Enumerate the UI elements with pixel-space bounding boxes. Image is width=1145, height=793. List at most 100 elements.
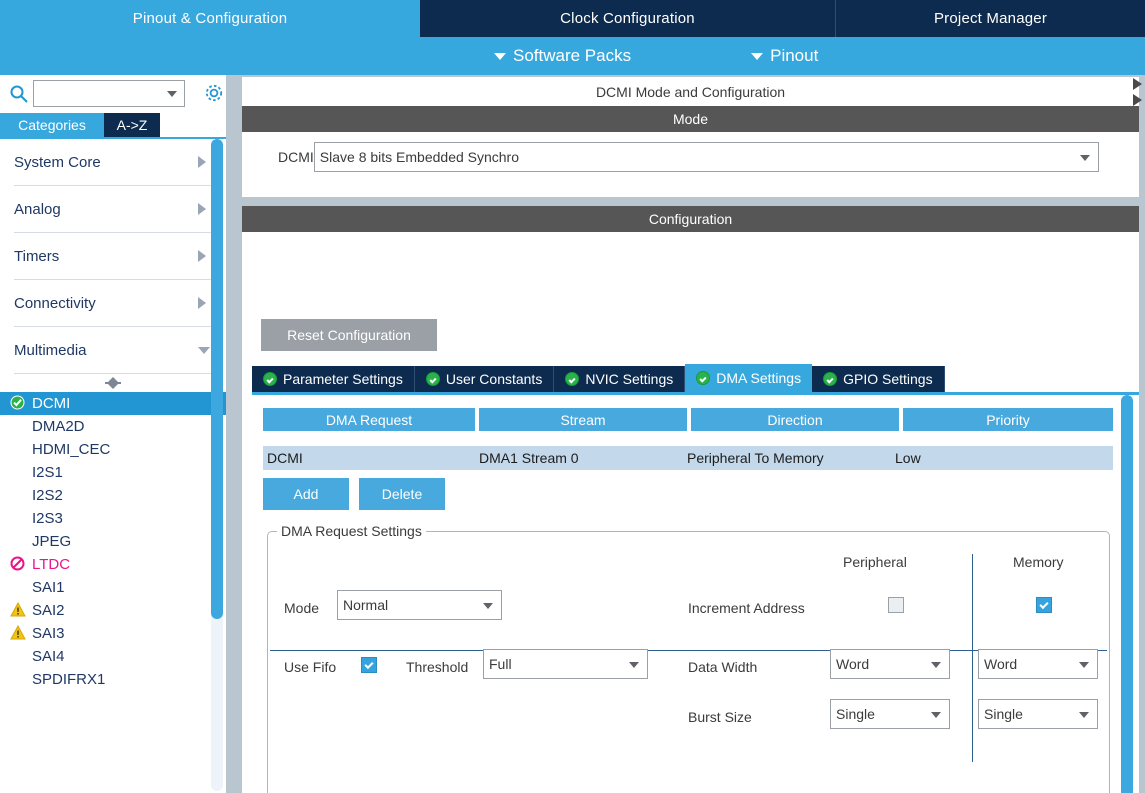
configuration-tab-strip: Parameter Settings User Constants NVIC S… [252, 364, 1139, 392]
use-fifo-label: Use Fifo [284, 659, 337, 675]
chevron-down-icon [751, 52, 764, 60]
peripheral-item-sai4[interactable]: SAI4 [0, 645, 226, 668]
peripheral-item-jpeg[interactable]: JPEG [0, 530, 226, 553]
peripheral-item-dma2d[interactable]: DMA2D [0, 415, 226, 438]
search-combo[interactable] [33, 80, 185, 107]
peripheral-item-sai1[interactable]: SAI1 [0, 576, 226, 599]
configuration-scrollbar-thumb[interactable] [1121, 395, 1133, 793]
fifo-threshold-value: Full [489, 656, 512, 672]
delete-button[interactable]: Delete [359, 478, 445, 510]
tab-parameter-settings[interactable]: Parameter Settings [252, 366, 415, 392]
mode-row: DCMI Slave 8 bits Embedded Synchro [242, 140, 1139, 174]
peripheral-item-hdmi-cec[interactable]: HDMI_CEC [0, 438, 226, 461]
chevron-down-icon [629, 662, 639, 668]
chevron-down-icon [483, 603, 493, 609]
sidebar-item-connectivity[interactable]: Connectivity [14, 280, 212, 327]
warning-icon [10, 601, 26, 621]
tab-gpio-settings[interactable]: GPIO Settings [812, 366, 945, 392]
mode-field-label: DCMI [278, 149, 314, 165]
add-button[interactable]: Add [263, 478, 349, 510]
search-input[interactable] [37, 83, 163, 104]
check-circle-icon [565, 372, 580, 386]
tab-label: DMA Settings [716, 370, 802, 386]
column-header-priority[interactable]: Priority [903, 408, 1113, 431]
category-label: Multimedia [14, 341, 87, 359]
sidebar-view-tabs: Categories A->Z [0, 113, 226, 137]
menu-pinout[interactable]: Pinout [751, 46, 818, 66]
dcmi-mode-select[interactable]: Slave 8 bits Embedded Synchro [313, 142, 1099, 172]
column-header-stream[interactable]: Stream [479, 408, 687, 431]
chevron-down-icon [931, 712, 941, 718]
peripheral-item-i2s3[interactable]: I2S3 [0, 507, 226, 530]
panel-collapse-handle[interactable] [1133, 78, 1145, 110]
burst-size-memory-select[interactable]: Single [978, 699, 1098, 729]
cell-dma-request: DCMI [267, 450, 303, 466]
configuration-panel: DCMI Mode and Configuration Mode DCMI Sl… [236, 75, 1145, 793]
chevron-down-icon [931, 662, 941, 668]
resize-grip-icon [105, 377, 121, 389]
gear-icon[interactable] [203, 82, 225, 104]
tab-underline [252, 392, 1139, 395]
use-fifo-checkbox[interactable] [361, 657, 377, 673]
peripheral-item-dcmi[interactable]: DCMI [0, 392, 226, 415]
sidebar-scrollbar-thumb[interactable] [211, 139, 223, 619]
data-width-peripheral-value: Word [836, 656, 870, 672]
sidebar-item-timers[interactable]: Timers [14, 233, 212, 280]
reset-configuration-button[interactable]: Reset Configuration [261, 319, 437, 351]
sidebar-item-system-core[interactable]: System Core [14, 139, 212, 186]
tab-clock-configuration[interactable]: Clock Configuration [420, 0, 836, 37]
column-header-direction[interactable]: Direction [691, 408, 899, 431]
peripheral-item-i2s2[interactable]: I2S2 [0, 484, 226, 507]
increment-address-memory-checkbox[interactable] [1036, 597, 1052, 613]
menu-label: Software Packs [513, 46, 632, 65]
peripheral-item-ltdc[interactable]: LTDC [0, 553, 226, 576]
chevron-down-icon [198, 347, 210, 354]
chevron-right-icon [198, 156, 206, 168]
peripheral-tree: System Core Analog Timers Connectivity M… [0, 137, 226, 793]
tab-project-manager[interactable]: Project Manager [836, 0, 1145, 37]
peripheral-item-sai2[interactable]: SAI2 [0, 599, 226, 622]
peripheral-item-spdifrx1[interactable]: SPDIFRX1 [0, 668, 226, 691]
tab-a-to-z[interactable]: A->Z [104, 113, 160, 137]
tab-nvic-settings[interactable]: NVIC Settings [554, 366, 686, 392]
tab-user-constants[interactable]: User Constants [414, 366, 555, 392]
peripheral-label: SPDIFRX1 [32, 671, 106, 688]
peripheral-item-sai3[interactable]: SAI3 [0, 622, 226, 645]
peripheral-item-i2s1[interactable]: I2S1 [0, 461, 226, 484]
chevron-right-icon [198, 203, 206, 215]
sidebar-scrollbar[interactable] [211, 139, 223, 791]
table-row[interactable]: DCMI DMA1 Stream 0 Peripheral To Memory … [263, 446, 1113, 470]
column-header-dma-request[interactable]: DMA Request [263, 408, 475, 431]
configuration-card: Configuration Reset Configuration Parame… [242, 206, 1139, 793]
tab-pinout-configuration[interactable]: Pinout & Configuration [0, 0, 420, 37]
tab-categories[interactable]: Categories [0, 113, 104, 137]
panel-divider[interactable] [226, 75, 236, 793]
data-width-memory-select[interactable]: Word [978, 649, 1098, 679]
data-width-peripheral-select[interactable]: Word [830, 649, 950, 679]
dma-mode-select[interactable]: Normal [337, 590, 502, 620]
burst-size-label: Burst Size [688, 709, 752, 725]
sidebar-item-analog[interactable]: Analog [14, 186, 212, 233]
category-label: Analog [14, 200, 61, 218]
burst-size-peripheral-select[interactable]: Single [830, 699, 950, 729]
tree-resize-handle[interactable] [0, 374, 226, 392]
tab-dma-settings[interactable]: DMA Settings [685, 364, 813, 392]
tab-label: A->Z [116, 117, 148, 133]
column-label-memory: Memory [1013, 554, 1064, 570]
menu-software-packs[interactable]: Software Packs [494, 46, 631, 66]
chevron-down-icon[interactable] [167, 90, 177, 97]
peripheral-label: SAI3 [32, 625, 65, 642]
sidebar-item-multimedia[interactable]: Multimedia [14, 327, 212, 374]
search-icon[interactable] [9, 84, 29, 104]
peripheral-label: SAI1 [32, 579, 65, 596]
sidebar-search-row [0, 75, 226, 112]
chevron-right-icon [1133, 78, 1142, 90]
tab-label: GPIO Settings [843, 371, 933, 387]
configuration-scrollbar[interactable] [1121, 395, 1133, 793]
chevron-down-icon [1079, 662, 1089, 668]
fifo-threshold-select[interactable]: Full [483, 649, 648, 679]
tab-label: Pinout & Configuration [132, 10, 288, 27]
column-label-peripheral: Peripheral [843, 554, 907, 570]
mode-label: Mode [284, 600, 320, 616]
increment-address-peripheral-checkbox[interactable] [888, 597, 904, 613]
